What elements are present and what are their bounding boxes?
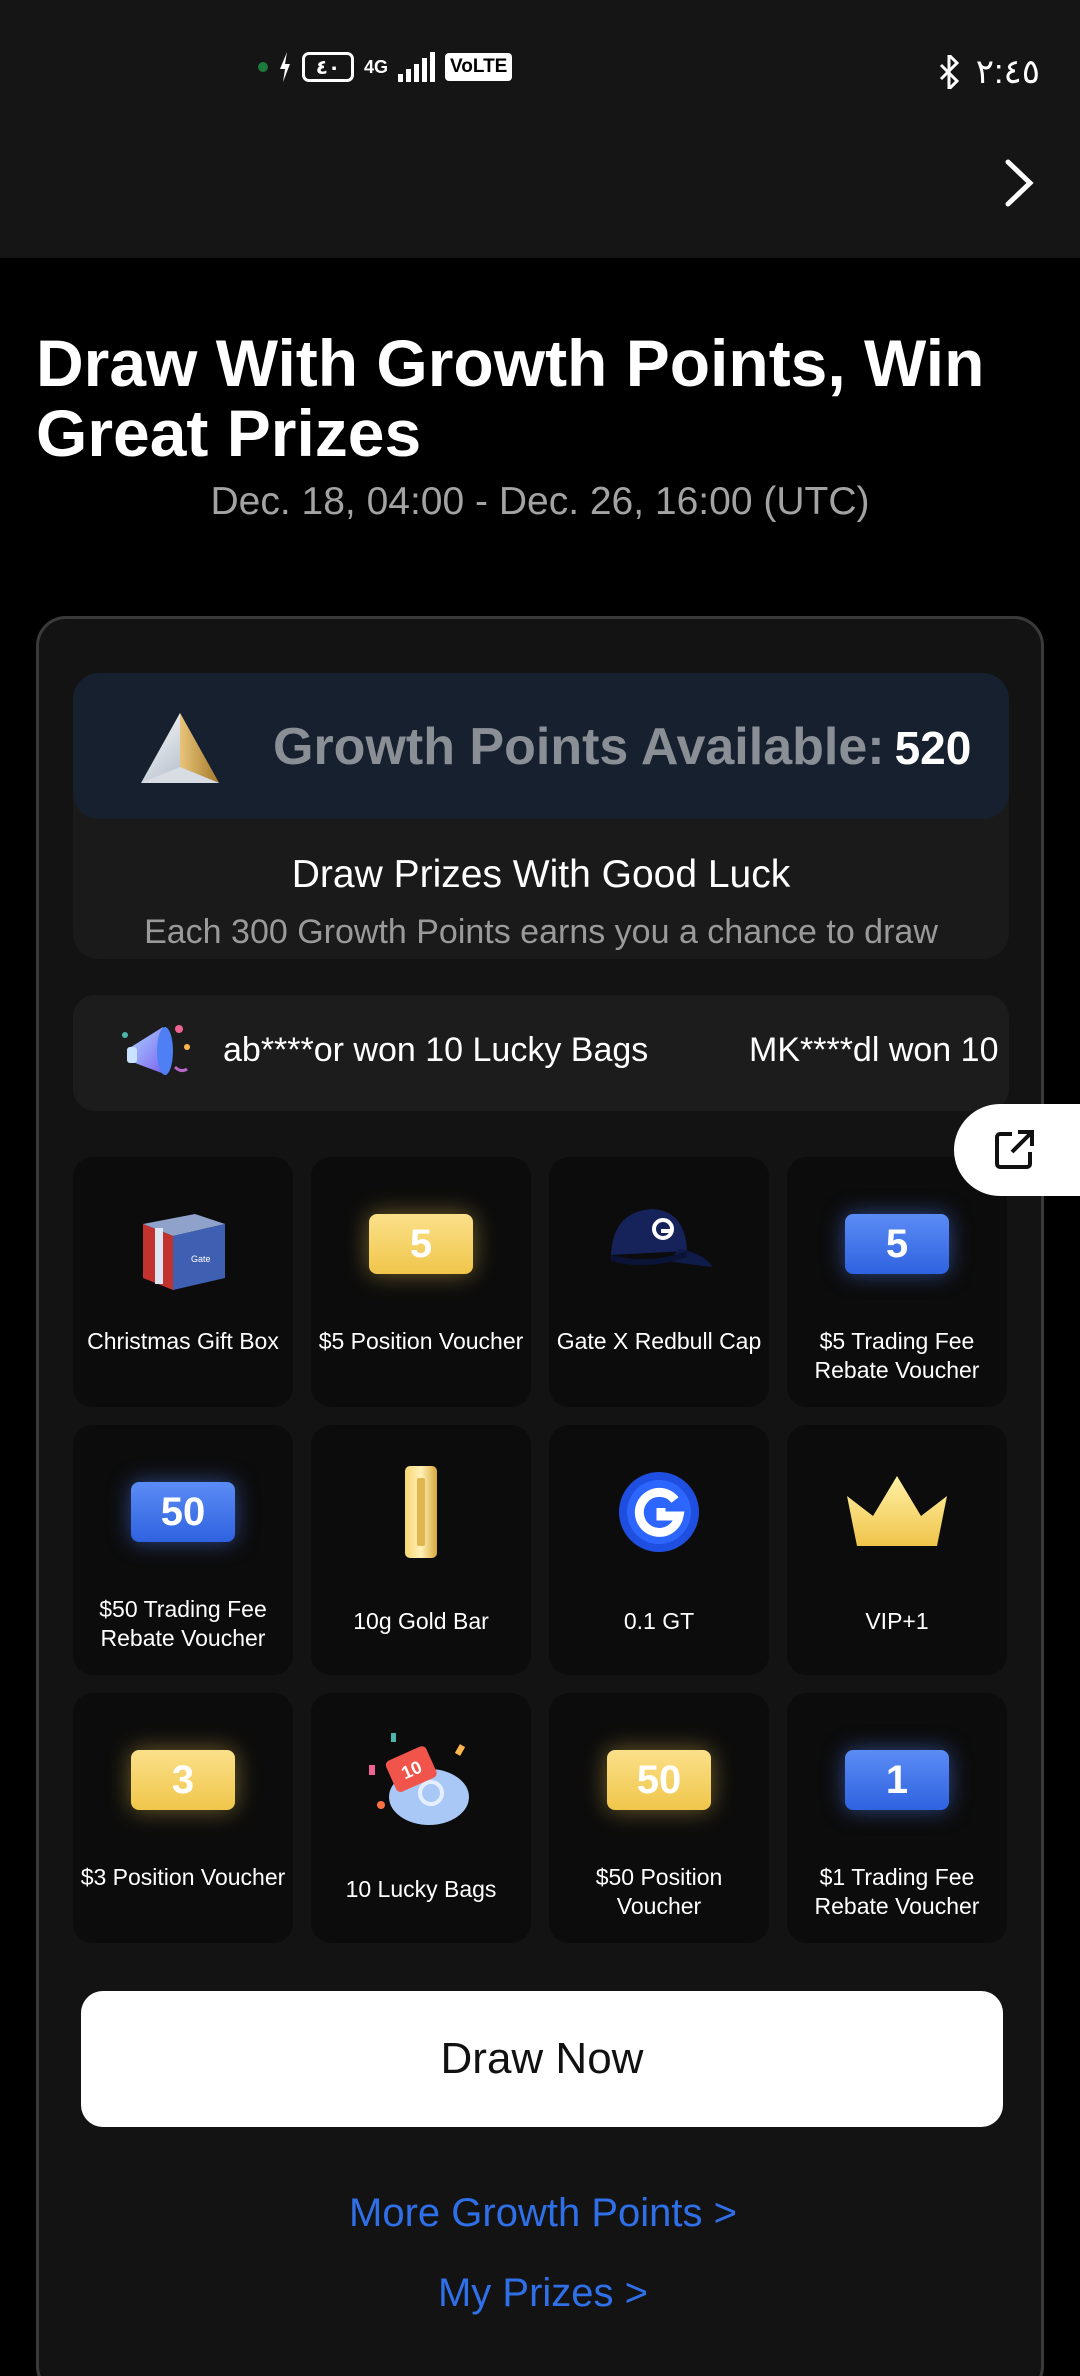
prize-label: Christmas Gift Box bbox=[87, 1328, 279, 1354]
rebate-voucher-icon: 5 bbox=[845, 1214, 949, 1274]
page-title: Draw With Growth Points, Win Great Prize… bbox=[36, 326, 985, 470]
lottery-card: Growth Points Available: 520 Draw Prizes … bbox=[36, 616, 1044, 2376]
my-prizes-link[interactable]: My Prizes > bbox=[39, 2271, 1047, 2316]
rebate-voucher-icon: 50 bbox=[131, 1482, 235, 1542]
draw-subtitle: Each 300 Growth Points earns you a chanc… bbox=[144, 913, 938, 951]
prize-tile: 0.1 GT bbox=[549, 1425, 769, 1675]
status-left: ٤٠ 4G VoLTE bbox=[258, 52, 513, 82]
volte-badge: VoLTE bbox=[445, 53, 513, 81]
prize-label: Gate X Redbull Cap bbox=[556, 1328, 762, 1354]
position-voucher-icon: 3 bbox=[131, 1750, 235, 1810]
draw-title: Draw Prizes With Good Luck bbox=[291, 853, 791, 896]
growth-points-logo-icon bbox=[141, 713, 219, 783]
position-voucher-icon: 50 bbox=[607, 1750, 711, 1810]
prize-label: $50 Trading Fee Rebate Voucher bbox=[99, 1596, 267, 1651]
prize-tile: 3 $3 Position Voucher bbox=[73, 1693, 293, 1943]
event-dates: Dec. 18, 04:00 - Dec. 26, 16:00 (UTC) bbox=[210, 480, 870, 523]
prize-tile: Gate X Redbull Cap bbox=[549, 1157, 769, 1407]
prize-label: 10g Gold Bar bbox=[353, 1608, 489, 1634]
crown-icon bbox=[787, 1457, 1007, 1567]
megaphone-icon bbox=[122, 1025, 190, 1075]
points-header: Growth Points Available: 520 bbox=[73, 673, 1009, 819]
gift-box-icon: Gate bbox=[73, 1189, 293, 1299]
points-value: 520 bbox=[894, 722, 972, 774]
top-bar: ٤٠ 4G VoLTE ٢:٤٥ bbox=[0, 0, 1080, 258]
chevron-right-icon[interactable] bbox=[1000, 158, 1036, 208]
prize-tile: 5 $5 Position Voucher bbox=[311, 1157, 531, 1407]
more-growth-points-link[interactable]: More Growth Points > bbox=[39, 2191, 1047, 2236]
points-panel: Growth Points Available: 520 Draw Prizes … bbox=[73, 673, 1009, 959]
prize-label: $5 Position Voucher bbox=[318, 1328, 524, 1354]
prize-tile: 10 10 Lucky Bags bbox=[311, 1693, 531, 1943]
cap-icon bbox=[549, 1189, 769, 1299]
draw-now-button[interactable]: Draw Now bbox=[81, 1991, 1003, 2127]
prize-label: 0.1 GT bbox=[623, 1608, 695, 1634]
svg-text:Gate: Gate bbox=[191, 1254, 211, 1264]
gt-coin-icon bbox=[549, 1457, 769, 1567]
prize-label: $1 Trading Fee Rebate Voucher bbox=[814, 1864, 980, 1919]
lucky-bag-icon: 10 bbox=[311, 1725, 531, 1835]
notification-dot-icon bbox=[258, 62, 268, 72]
prize-tile: 50 $50 Trading Fee Rebate Voucher bbox=[73, 1425, 293, 1675]
prize-label: 10 Lucky Bags bbox=[345, 1876, 497, 1902]
signal-icon bbox=[398, 52, 436, 82]
prize-label: $5 Trading Fee Rebate Voucher bbox=[814, 1328, 980, 1383]
prize-grid: Gate Christmas Gift Box 5 $5 Position Vo… bbox=[73, 1157, 1009, 1943]
bluetooth-icon bbox=[939, 55, 959, 89]
prize-tile: VIP+1 bbox=[787, 1425, 1007, 1675]
prize-tile: 1 $1 Trading Fee Rebate Voucher bbox=[787, 1693, 1007, 1943]
prize-label: $50 Position Voucher bbox=[595, 1864, 723, 1919]
prize-tile: 5 $5 Trading Fee Rebate Voucher bbox=[787, 1157, 1007, 1407]
share-icon bbox=[995, 1130, 1034, 1169]
prize-tile: 10g Gold Bar bbox=[311, 1425, 531, 1675]
prize-label: VIP+1 bbox=[865, 1608, 929, 1634]
prize-tile: 50 $50 Position Voucher bbox=[549, 1693, 769, 1943]
charging-icon bbox=[280, 52, 290, 82]
points-label: Growth Points Available: bbox=[273, 718, 885, 776]
status-right: ٢:٤٥ bbox=[938, 52, 1040, 92]
share-button[interactable] bbox=[954, 1104, 1080, 1196]
prize-label: $3 Position Voucher bbox=[80, 1864, 286, 1890]
ticker-item: ab****or won 10 Lucky Bags bbox=[223, 1031, 649, 1069]
position-voucher-icon: 5 bbox=[369, 1214, 473, 1274]
network-type: 4G bbox=[364, 57, 389, 77]
ticker-item: MK****dl won 10 bbox=[749, 1031, 999, 1069]
clock: ٢:٤٥ bbox=[975, 53, 1040, 91]
points-available: Growth Points Available: 520 bbox=[273, 717, 971, 777]
prize-tile: Gate Christmas Gift Box bbox=[73, 1157, 293, 1407]
battery-icon: ٤٠ bbox=[302, 52, 354, 82]
winners-ticker: ab****or won 10 Lucky Bags MK****dl won … bbox=[73, 995, 1009, 1111]
gold-bar-icon bbox=[311, 1457, 531, 1567]
status-bar: ٤٠ 4G VoLTE ٢:٤٥ bbox=[0, 52, 1080, 96]
rebate-voucher-icon: 1 bbox=[845, 1750, 949, 1810]
